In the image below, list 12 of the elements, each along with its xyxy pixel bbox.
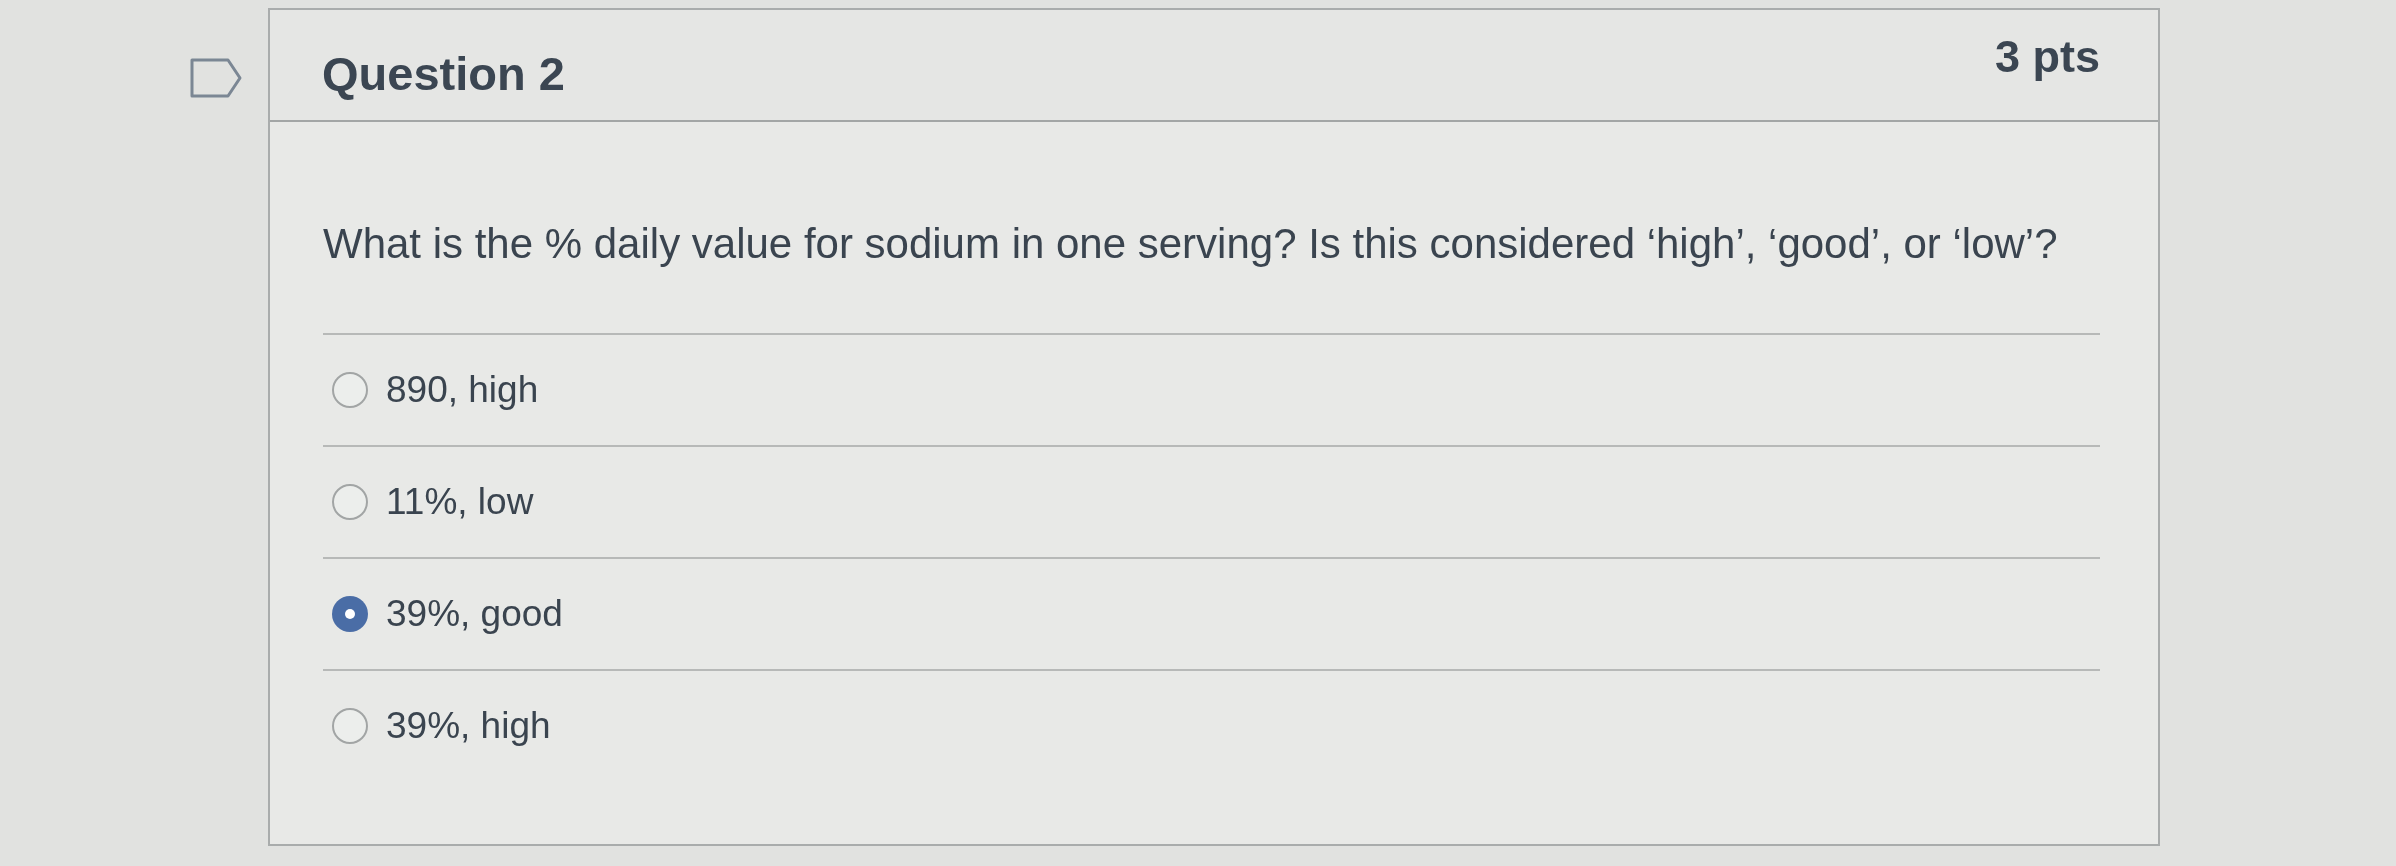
answer-label: 39%, high <box>386 705 551 747</box>
answer-label: 39%, good <box>386 593 563 635</box>
radio-button[interactable] <box>332 708 368 744</box>
question-title: Question 2 <box>322 45 565 101</box>
radio-button[interactable] <box>332 372 368 408</box>
flag-icon[interactable] <box>190 58 242 98</box>
radio-button[interactable] <box>332 484 368 520</box>
radio-button[interactable] <box>332 596 368 632</box>
answer-label: 11%, low <box>386 481 534 523</box>
points-label: 3 pts <box>1994 31 2100 83</box>
question-text: What is the % daily value for sodium in one serving? Is this considered ‘high’, ‘good’, or ‘low’? <box>323 219 2059 269</box>
answer-label: 890, high <box>386 369 539 411</box>
